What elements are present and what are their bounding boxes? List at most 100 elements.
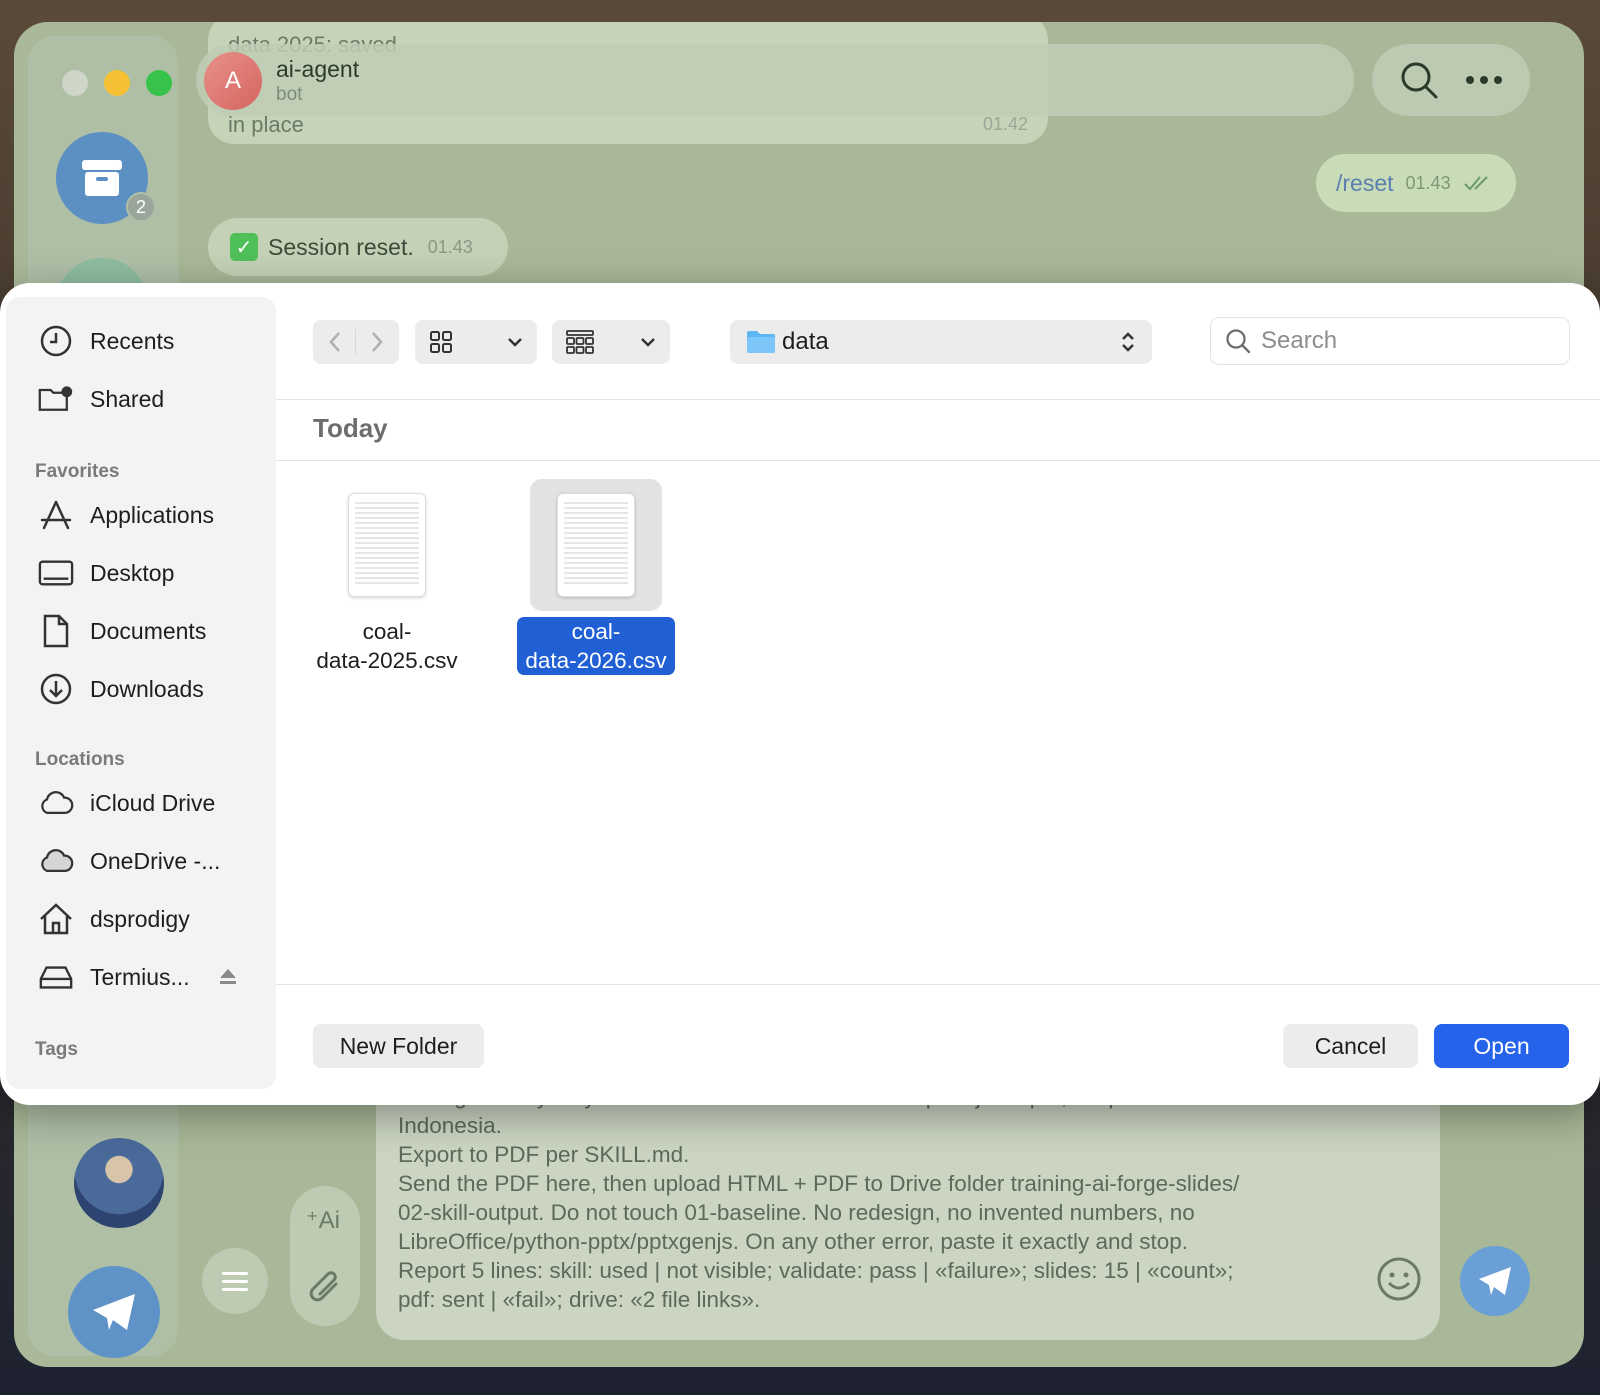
header-actions bbox=[1372, 44, 1530, 116]
outgoing-message: /reset 01.43 bbox=[1316, 154, 1516, 212]
window-maximize-button[interactable] bbox=[146, 70, 172, 96]
sidebar-item-recents[interactable]: Recents bbox=[6, 315, 276, 367]
divider bbox=[276, 460, 1600, 461]
sidebar-item-termius[interactable]: Termius... bbox=[6, 951, 276, 1003]
window-minimize-button[interactable] bbox=[104, 70, 130, 96]
drive-icon bbox=[38, 961, 74, 993]
search-field[interactable] bbox=[1210, 317, 1570, 365]
sidebar-item-onedrive[interactable]: OneDrive -... bbox=[6, 835, 276, 887]
icon-view-icon bbox=[430, 331, 452, 353]
file-name: coal- data-2026.csv bbox=[517, 617, 675, 675]
menu-icon bbox=[222, 1272, 248, 1291]
paperclip-icon[interactable] bbox=[308, 1268, 344, 1308]
sidebar-item-applications[interactable]: Applications bbox=[6, 489, 276, 541]
sidebar-item-label: Downloads bbox=[90, 675, 204, 702]
navigation-buttons bbox=[313, 320, 399, 364]
send-icon bbox=[1479, 1267, 1511, 1295]
clock-icon bbox=[38, 325, 74, 357]
user-avatar[interactable] bbox=[74, 1138, 164, 1228]
chevron-down-icon bbox=[508, 338, 522, 347]
search-icon[interactable] bbox=[1399, 60, 1439, 100]
folder-icon bbox=[747, 331, 775, 353]
ai-tools-button[interactable]: ⁺Ai bbox=[306, 1206, 340, 1235]
divider bbox=[276, 399, 1600, 400]
file-item-selected[interactable]: coal- data-2026.csv bbox=[506, 479, 686, 675]
file-thumbnail bbox=[530, 479, 662, 611]
divider bbox=[276, 984, 1600, 985]
send-button[interactable] bbox=[1460, 1246, 1530, 1316]
file-item[interactable]: coal- data-2025.csv bbox=[297, 479, 477, 675]
incoming-message: ✓ Session reset. 01.43 bbox=[208, 218, 508, 276]
group-heading-today: Today bbox=[313, 413, 388, 443]
location-popup[interactable]: data bbox=[730, 320, 1152, 364]
bot-menu-button[interactable] bbox=[202, 1248, 268, 1314]
divider bbox=[355, 329, 357, 355]
sidebar-item-label: Desktop bbox=[90, 559, 175, 586]
sidebar-item-label: OneDrive -... bbox=[90, 847, 221, 874]
new-folder-button[interactable]: New Folder bbox=[313, 1024, 484, 1068]
sidebar-item-label: Documents bbox=[90, 617, 207, 644]
chevron-down-icon bbox=[641, 338, 655, 347]
group-by-button[interactable] bbox=[552, 320, 670, 364]
sidebar-item-label: iCloud Drive bbox=[90, 789, 216, 816]
check-mark-icon: ✓ bbox=[230, 233, 258, 261]
double-check-icon bbox=[1463, 176, 1488, 191]
file-thumbnail bbox=[321, 479, 453, 611]
command-link[interactable]: /reset bbox=[1336, 170, 1394, 197]
sidebar-item-label: Shared bbox=[90, 385, 165, 412]
document-icon bbox=[38, 614, 74, 648]
gallery-grid-icon bbox=[566, 330, 594, 354]
bot-avatar[interactable]: A bbox=[204, 52, 262, 110]
file-name-line: coal- bbox=[571, 619, 621, 644]
sidebar-item-downloads[interactable]: Downloads bbox=[6, 663, 276, 715]
sidebar-item-shared[interactable]: Shared bbox=[6, 373, 276, 425]
up-down-chevron-icon bbox=[1122, 332, 1134, 352]
back-arrow-icon[interactable] bbox=[327, 330, 343, 354]
emoji-icon[interactable] bbox=[1376, 1256, 1422, 1302]
message-draft-text: chart geometry only from the validated C… bbox=[398, 1084, 1240, 1312]
sidebar-item-label: Termius... bbox=[90, 963, 190, 990]
shared-folder-icon bbox=[38, 383, 74, 415]
eject-icon[interactable] bbox=[218, 967, 238, 985]
sidebar-item-label: Applications bbox=[90, 501, 215, 528]
telegram-logo-button[interactable] bbox=[68, 1266, 160, 1358]
applications-icon bbox=[38, 499, 74, 531]
file-name-line: data-2026.csv bbox=[525, 648, 667, 673]
search-icon bbox=[1226, 329, 1251, 354]
csv-file-icon bbox=[557, 493, 635, 597]
forward-arrow-icon[interactable] bbox=[369, 330, 385, 354]
view-mode-button[interactable] bbox=[415, 320, 537, 364]
chat-subtitle: bot bbox=[276, 84, 303, 105]
message-time: 01.42 bbox=[982, 114, 1028, 134]
file-name-line: data-2025.csv bbox=[316, 648, 458, 673]
sidebar-item-documents[interactable]: Documents bbox=[6, 605, 276, 657]
window-close-button[interactable] bbox=[62, 70, 88, 96]
sidebar-item-home[interactable]: dsprodigy bbox=[6, 893, 276, 945]
tags-heading: Tags bbox=[35, 1039, 78, 1060]
desktop-icon bbox=[38, 557, 74, 589]
message-input[interactable]: chart geometry only from the validated C… bbox=[376, 1082, 1440, 1340]
csv-file-icon bbox=[348, 493, 426, 597]
sidebar-item-icloud-drive[interactable]: iCloud Drive bbox=[6, 777, 276, 829]
chat-title: ai-agent bbox=[276, 56, 360, 82]
download-icon bbox=[38, 673, 74, 705]
paper-plane-icon bbox=[93, 1294, 135, 1330]
file-open-dialog: Recents Shared Favorites Applications De… bbox=[0, 283, 1600, 1105]
home-icon bbox=[38, 903, 74, 935]
message-time: 01.43 bbox=[1405, 172, 1451, 193]
sidebar-item-label: dsprodigy bbox=[90, 905, 190, 932]
cloud-icon bbox=[38, 787, 74, 819]
cancel-button[interactable]: Cancel bbox=[1283, 1024, 1418, 1068]
message-text: Session reset. bbox=[268, 233, 414, 260]
more-icon[interactable] bbox=[1464, 75, 1504, 85]
open-button[interactable]: Open bbox=[1434, 1024, 1569, 1068]
chat-header[interactable]: A ai-agent bot bbox=[196, 44, 1354, 116]
current-folder-label: data bbox=[782, 328, 829, 355]
file-name-line: coal- bbox=[362, 619, 412, 644]
sidebar-item-desktop[interactable]: Desktop bbox=[6, 547, 276, 599]
favorites-heading: Favorites bbox=[35, 461, 120, 482]
unread-badge: 2 bbox=[126, 192, 156, 222]
search-input[interactable] bbox=[1261, 327, 1541, 355]
message-time: 01.43 bbox=[427, 236, 473, 257]
onedrive-cloud-icon bbox=[38, 845, 74, 877]
